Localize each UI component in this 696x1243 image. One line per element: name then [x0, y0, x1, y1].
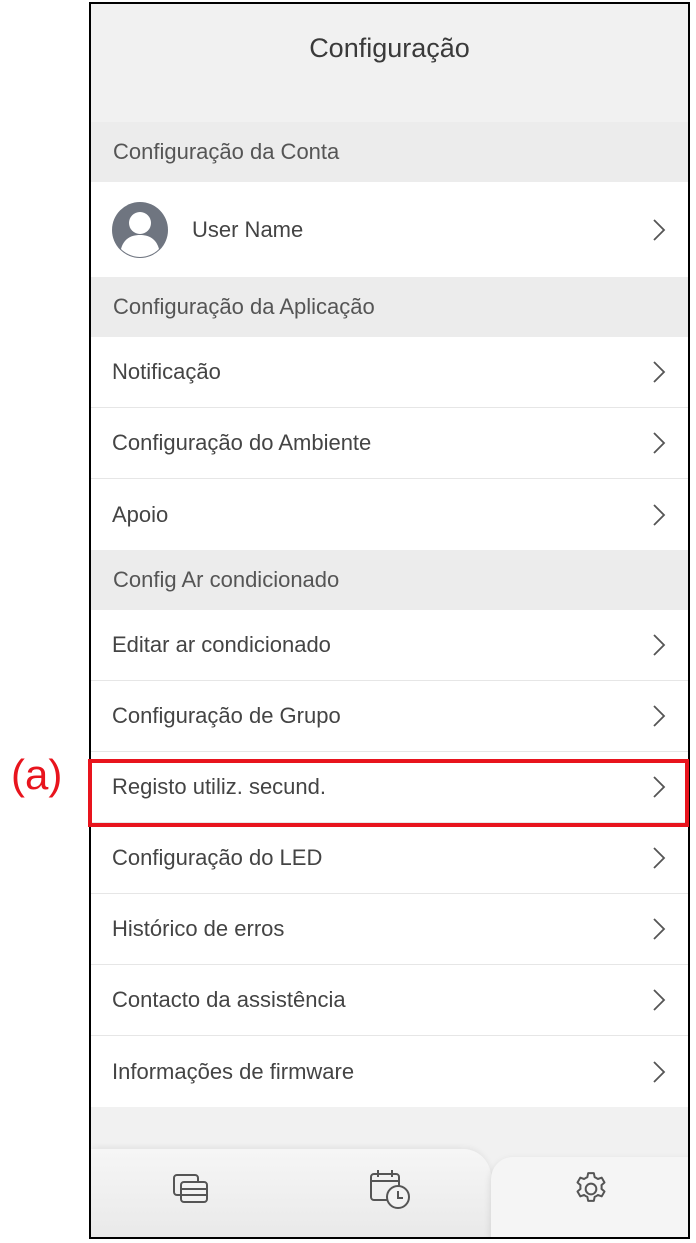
chevron-right-icon: [653, 989, 666, 1011]
chevron-right-icon: [653, 776, 666, 798]
menu-item-label: Configuração do LED: [112, 845, 323, 870]
menu-item-support-contact[interactable]: Contacto da assistência: [91, 965, 688, 1036]
bottom-tab-bar: [91, 1127, 688, 1237]
menu-item-label: Contacto da assistência: [112, 987, 346, 1012]
avatar-icon: [112, 201, 168, 258]
chevron-right-icon: [653, 432, 666, 454]
chevron-right-icon: [653, 918, 666, 940]
section-header-account: Configuração da Conta: [91, 122, 688, 182]
chevron-right-icon: [653, 847, 666, 869]
menu-item-label: Apoio: [112, 501, 169, 527]
menu-item-label: Editar ar condicionado: [112, 632, 331, 657]
chevron-right-icon: [653, 503, 666, 526]
section-header-app: Configuração da Aplicação: [91, 277, 688, 337]
schedule-icon: [370, 1170, 410, 1209]
menu-item-label: Histórico de erros: [112, 916, 285, 941]
menu-item-secondary-user-registration[interactable]: Registo utiliz. secund.: [91, 752, 688, 823]
phone-screen: Configuração Configuração da Conta User …: [89, 2, 690, 1239]
devices-icon: [173, 1174, 208, 1203]
menu-item-group-settings[interactable]: Configuração de Grupo: [91, 681, 688, 752]
menu-item-edit-ac[interactable]: Editar ar condicionado: [91, 610, 688, 681]
chevron-right-icon: [653, 705, 666, 727]
tab-settings[interactable]: [569, 1167, 613, 1211]
menu-item-environment-settings[interactable]: Configuração do Ambiente: [91, 408, 688, 479]
chevron-right-icon: [653, 1060, 666, 1083]
menu-item-label: Registo utiliz. secund.: [112, 774, 326, 799]
user-name: User Name: [192, 216, 304, 242]
menu-item-label: Configuração do Ambiente: [112, 430, 372, 455]
chevron-right-icon: [653, 361, 666, 383]
menu-item-led-settings[interactable]: Configuração do LED: [91, 823, 688, 894]
annotation-marker: (a): [11, 751, 63, 798]
chevron-right-icon: [653, 634, 666, 656]
section-header-ac: Config Ar condicionado: [91, 550, 688, 610]
settings-icon: [576, 1172, 606, 1202]
menu-item-support[interactable]: Apoio: [91, 479, 688, 550]
tab-schedule[interactable]: [368, 1167, 412, 1211]
menu-item-label: Notificação: [112, 359, 221, 384]
chevron-right-icon: [653, 218, 666, 241]
menu-item-label: Informações de firmware: [112, 1058, 355, 1084]
menu-item-error-history[interactable]: Histórico de erros: [91, 894, 688, 965]
tab-devices[interactable]: [168, 1167, 212, 1211]
menu-item-firmware-info[interactable]: Informações de firmware: [91, 1036, 688, 1107]
user-profile-row[interactable]: User Name: [91, 182, 688, 277]
menu-item-notification[interactable]: Notificação: [91, 337, 688, 408]
menu-item-label: Configuração de Grupo: [112, 703, 341, 728]
page-title: Configuração: [91, 4, 688, 122]
